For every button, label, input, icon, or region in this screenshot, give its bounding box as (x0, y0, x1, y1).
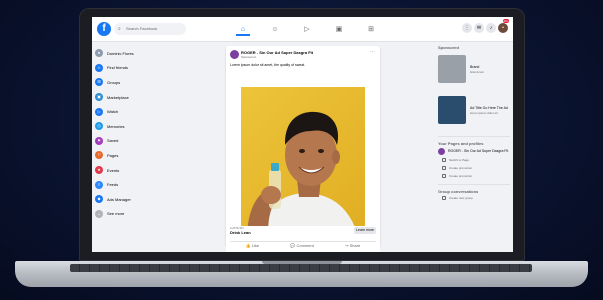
sidebar-item-label: Marketplace (107, 94, 129, 100)
create-group-button[interactable]: Create new group (438, 194, 510, 202)
post-time: Sponsored · (241, 55, 258, 59)
post-caption: Lorem ipsum dolor sit amet, the quality … (230, 63, 306, 67)
marketplace-icon[interactable]: ▣ (332, 23, 346, 36)
sponsored-ad[interactable]: Ad Title Go Here The Ad lorem ipsum dolo… (438, 94, 510, 132)
more-options-icon[interactable]: ⋯ (370, 49, 375, 55)
search-input[interactable]: ⌕ Search Facebook (114, 23, 186, 35)
ad-thumbnail (438, 55, 466, 83)
sidebar-item-watch[interactable]: ▷ Watch (95, 104, 175, 119)
sponsored-ad[interactable]: Brand brand.com (438, 53, 510, 91)
ad-subtitle: brand.com (470, 70, 485, 74)
chevron-down-icon: ⌄ (95, 209, 103, 218)
search-icon: ⌕ (118, 26, 121, 32)
groups-icon: ⊞ (95, 78, 103, 87)
divider (438, 184, 510, 185)
profile-icon: ● (95, 49, 103, 58)
ad-subtitle: lorem ipsum dolor sit (470, 111, 498, 115)
share-button[interactable]: ↪ Share (345, 243, 360, 248)
divider (438, 136, 510, 137)
learn-more-button[interactable]: Learn more (354, 227, 376, 234)
groups-icon[interactable]: ⊞ (364, 23, 378, 36)
page-action[interactable]: Create promotion (438, 164, 510, 172)
sidebar-item-find-friends[interactable]: ☺ Find friends (95, 61, 175, 76)
feeds-icon: ≡ (95, 180, 103, 189)
sidebar-item-events[interactable]: ★ Events (95, 163, 175, 178)
pages-icon: ⚐ (95, 151, 103, 160)
marketplace-icon: ▣ (95, 93, 103, 102)
ads-icon: ◆ (95, 195, 103, 204)
friends-icon[interactable]: ☺ (268, 23, 282, 36)
like-button[interactable]: 👍 Like (246, 243, 259, 248)
sidebar-item-label: Feeds (107, 182, 119, 188)
saved-icon: ⚑ (95, 136, 103, 145)
sponsored-heading: Sponsored (438, 45, 459, 50)
sidebar-item-label: Events (107, 167, 120, 173)
sidebar-item-label: Dominic Flores (107, 50, 134, 56)
sidebar-item-feeds[interactable]: ≡ Feeds (95, 177, 175, 192)
man-with-bottle-illustration (247, 111, 359, 239)
notification-badge: 20+ (503, 19, 509, 23)
sidebar-item-pages[interactable]: ⚐ Pages (95, 148, 175, 163)
sidebar-item-label: Pages (107, 152, 119, 158)
menu-icon[interactable]: ⋮ (462, 23, 472, 33)
page-profile-row[interactable]: ROGER - Sin Our Ad Super Dasgra Fit (438, 146, 510, 156)
avatar (438, 147, 445, 155)
watch-icon: ▷ (95, 107, 103, 116)
search-placeholder: Search Facebook (126, 26, 158, 31)
sidebar-item-label: Memories (107, 123, 125, 129)
messenger-icon[interactable]: ✉ (474, 23, 484, 33)
sidebar-item-label: Watch (107, 109, 119, 115)
sidebar-item-label: See more (107, 211, 125, 217)
ad-thumbnail (438, 96, 466, 124)
friends-icon: ☺ (95, 63, 103, 72)
avatar[interactable] (230, 50, 239, 59)
sidebar-item-label: Saved (107, 138, 119, 144)
page-action[interactable]: Create promotion (438, 172, 510, 180)
page-action[interactable]: Switch to Page (438, 156, 510, 164)
promotion-icon (442, 174, 446, 178)
top-navbar: f ⌕ Search Facebook ⌂ ☺ ▷ ▣ ⊞ ⋮ ✉ ♪ • 20… (92, 17, 513, 42)
sidebar-item-groups[interactable]: ⊞ Groups (95, 75, 175, 90)
ad-title: Ad Title Go Here The Ad (470, 106, 508, 110)
account-icon[interactable]: • (498, 23, 508, 33)
link-headline[interactable]: Drink Lean (230, 230, 251, 235)
post-photo[interactable] (241, 87, 365, 239)
facebook-screen: f ⌕ Search Facebook ⌂ ☺ ▷ ▣ ⊞ ⋮ ✉ ♪ • 20… (92, 17, 513, 252)
laptop-notch (262, 261, 342, 264)
sponsored-post: ROGER - Sin Our Ad Super Dasgra Fit Spon… (226, 46, 380, 247)
facebook-logo[interactable]: f (97, 22, 111, 36)
events-icon: ★ (95, 166, 103, 175)
sidebar-item-label: Groups (107, 79, 121, 85)
sidebar-item-ads-manager[interactable]: ◆ Ads Manager (95, 192, 175, 207)
comment-button[interactable]: 💬 Comment (290, 243, 313, 248)
plus-icon (442, 196, 446, 200)
ad-title: Brand (470, 65, 480, 69)
promotion-icon (442, 166, 446, 170)
sidebar-item-label: Find friends (107, 65, 128, 71)
sidebar-item-profile[interactable]: ● Dominic Flores (95, 46, 175, 61)
sidebar-item-marketplace[interactable]: ▣ Marketplace (95, 90, 175, 105)
right-column: Sponsored Brand brand.com Ad Title Go He… (438, 42, 510, 202)
switch-icon (442, 158, 446, 162)
home-icon[interactable]: ⌂ (236, 23, 250, 36)
post-actions: 👍 Like 💬 Comment ↪ Share (230, 241, 376, 249)
post-footer: LUTIS.SO Drink Lean Learn more 👍 Like 💬 … (226, 226, 380, 252)
sidebar-item-saved[interactable]: ⚑ Saved (95, 134, 175, 149)
sidebar-item-see-more[interactable]: ⌄ See more (95, 207, 175, 222)
sidebar-item-label: Ads Manager (107, 196, 131, 202)
laptop-keyboard (70, 264, 532, 272)
memories-icon: ◷ (95, 122, 103, 131)
notifications-icon[interactable]: ♪ (486, 23, 496, 33)
watch-icon[interactable]: ▷ (300, 23, 314, 36)
left-sidebar: ● Dominic Flores ☺ Find friends ⊞ Groups… (95, 46, 175, 221)
page-name: ROGER - Sin Our Ad Super Dasgra Fit (448, 149, 509, 153)
sidebar-item-memories[interactable]: ◷ Memories (95, 119, 175, 134)
